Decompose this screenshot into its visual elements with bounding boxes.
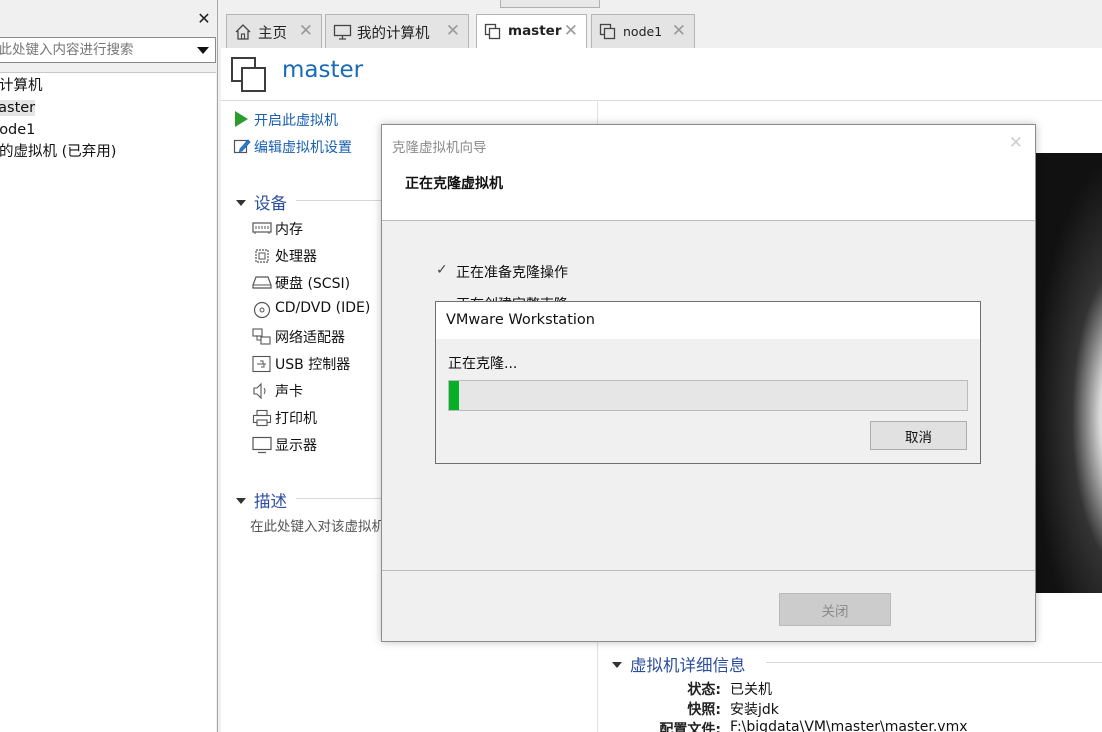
tab-close-icon[interactable]: ✕ [672,21,686,41]
tab-close-icon[interactable]: ✕ [564,21,578,41]
monitor-icon [333,24,352,40]
harddisk-icon [252,276,272,289]
tree-item-master[interactable]: master [0,98,36,118]
details-section-toggle[interactable]: 虚拟机详细信息 [612,652,746,676]
collapse-triangle-icon [236,497,246,504]
divider [382,570,1035,571]
network-icon [252,328,271,345]
tab-bar: 主页 ✕ 我的计算机 ✕ master ✕ node1 ✕ [220,0,1102,49]
tab-master[interactable]: master ✕ [476,14,587,49]
edit-settings-link[interactable]: 编辑虚拟机设置 [233,137,352,157]
play-icon [235,111,248,127]
progress-bar [448,380,968,411]
close-button[interactable]: 关闭 [779,593,891,626]
library-search-box[interactable] [0,37,216,63]
wizard-heading: 正在克隆虚拟机 [405,176,503,192]
printer-icon [252,409,272,427]
dialog-titlebar: VMware Workstation [436,302,980,339]
cpu-icon [255,249,269,263]
chevron-down-icon[interactable] [197,47,209,54]
vm-preview-thumbnail[interactable] [1033,153,1102,593]
progress-message: 正在克隆... [448,356,518,372]
divider [766,662,1102,663]
tab-bar-edge [500,0,600,8]
dialog-title: 克隆虚拟机向导 [392,140,487,156]
wizard-step-prepare: ✓ 正在准备克隆操作 [436,262,568,281]
progress-dialog: VMware Workstation 正在克隆... 取消 [435,301,981,464]
wizard-header: 克隆虚拟机向导 ✕ 正在克隆虚拟机 [382,125,1035,221]
close-icon[interactable]: ✕ [1009,133,1023,153]
library-search-input[interactable] [0,38,189,62]
cdrom-icon [253,301,271,319]
library-tree: 我的计算机 master node1 共享的虚拟机 (已弃用) [0,72,216,732]
home-icon [235,24,251,40]
checkmark-icon: ✓ [436,262,448,278]
tab-close-icon[interactable]: ✕ [446,21,460,41]
devices-section-toggle[interactable]: 设备 [236,190,287,214]
page-title: master [282,57,364,83]
tab-my-computer[interactable]: 我的计算机 ✕ [325,14,469,48]
library-panel: ✕ 我的计算机 master node1 共享的虚拟机 (已弃用) [0,0,218,732]
vm-icon [231,57,266,92]
tree-item-shared-vms[interactable]: 共享的虚拟机 (已弃用) [0,142,116,162]
memory-icon [252,222,272,234]
description-section-toggle[interactable]: 描述 [236,488,287,512]
tree-item-my-computer[interactable]: 我的计算机 [0,76,43,96]
progress-bar-fill [449,381,459,410]
tree-item-node1[interactable]: node1 [0,120,35,140]
collapse-triangle-icon [236,199,246,206]
vm-icon [484,23,501,40]
tab-home[interactable]: 主页 ✕ [226,14,322,48]
dialog-title: VMware Workstation [446,312,595,328]
divider [221,100,1102,101]
close-icon[interactable]: ✕ [196,11,212,27]
display-icon [252,436,272,454]
edit-settings-icon [233,139,251,154]
cancel-button[interactable]: 取消 [870,421,967,450]
collapse-triangle-icon [612,661,622,668]
speaker-icon [253,382,266,400]
tab-close-icon[interactable]: ✕ [299,21,313,41]
usb-icon [252,355,271,373]
power-on-link[interactable]: 开启此虚拟机 [235,110,338,130]
tab-node1[interactable]: node1 ✕ [591,14,695,48]
vm-icon [599,23,616,40]
